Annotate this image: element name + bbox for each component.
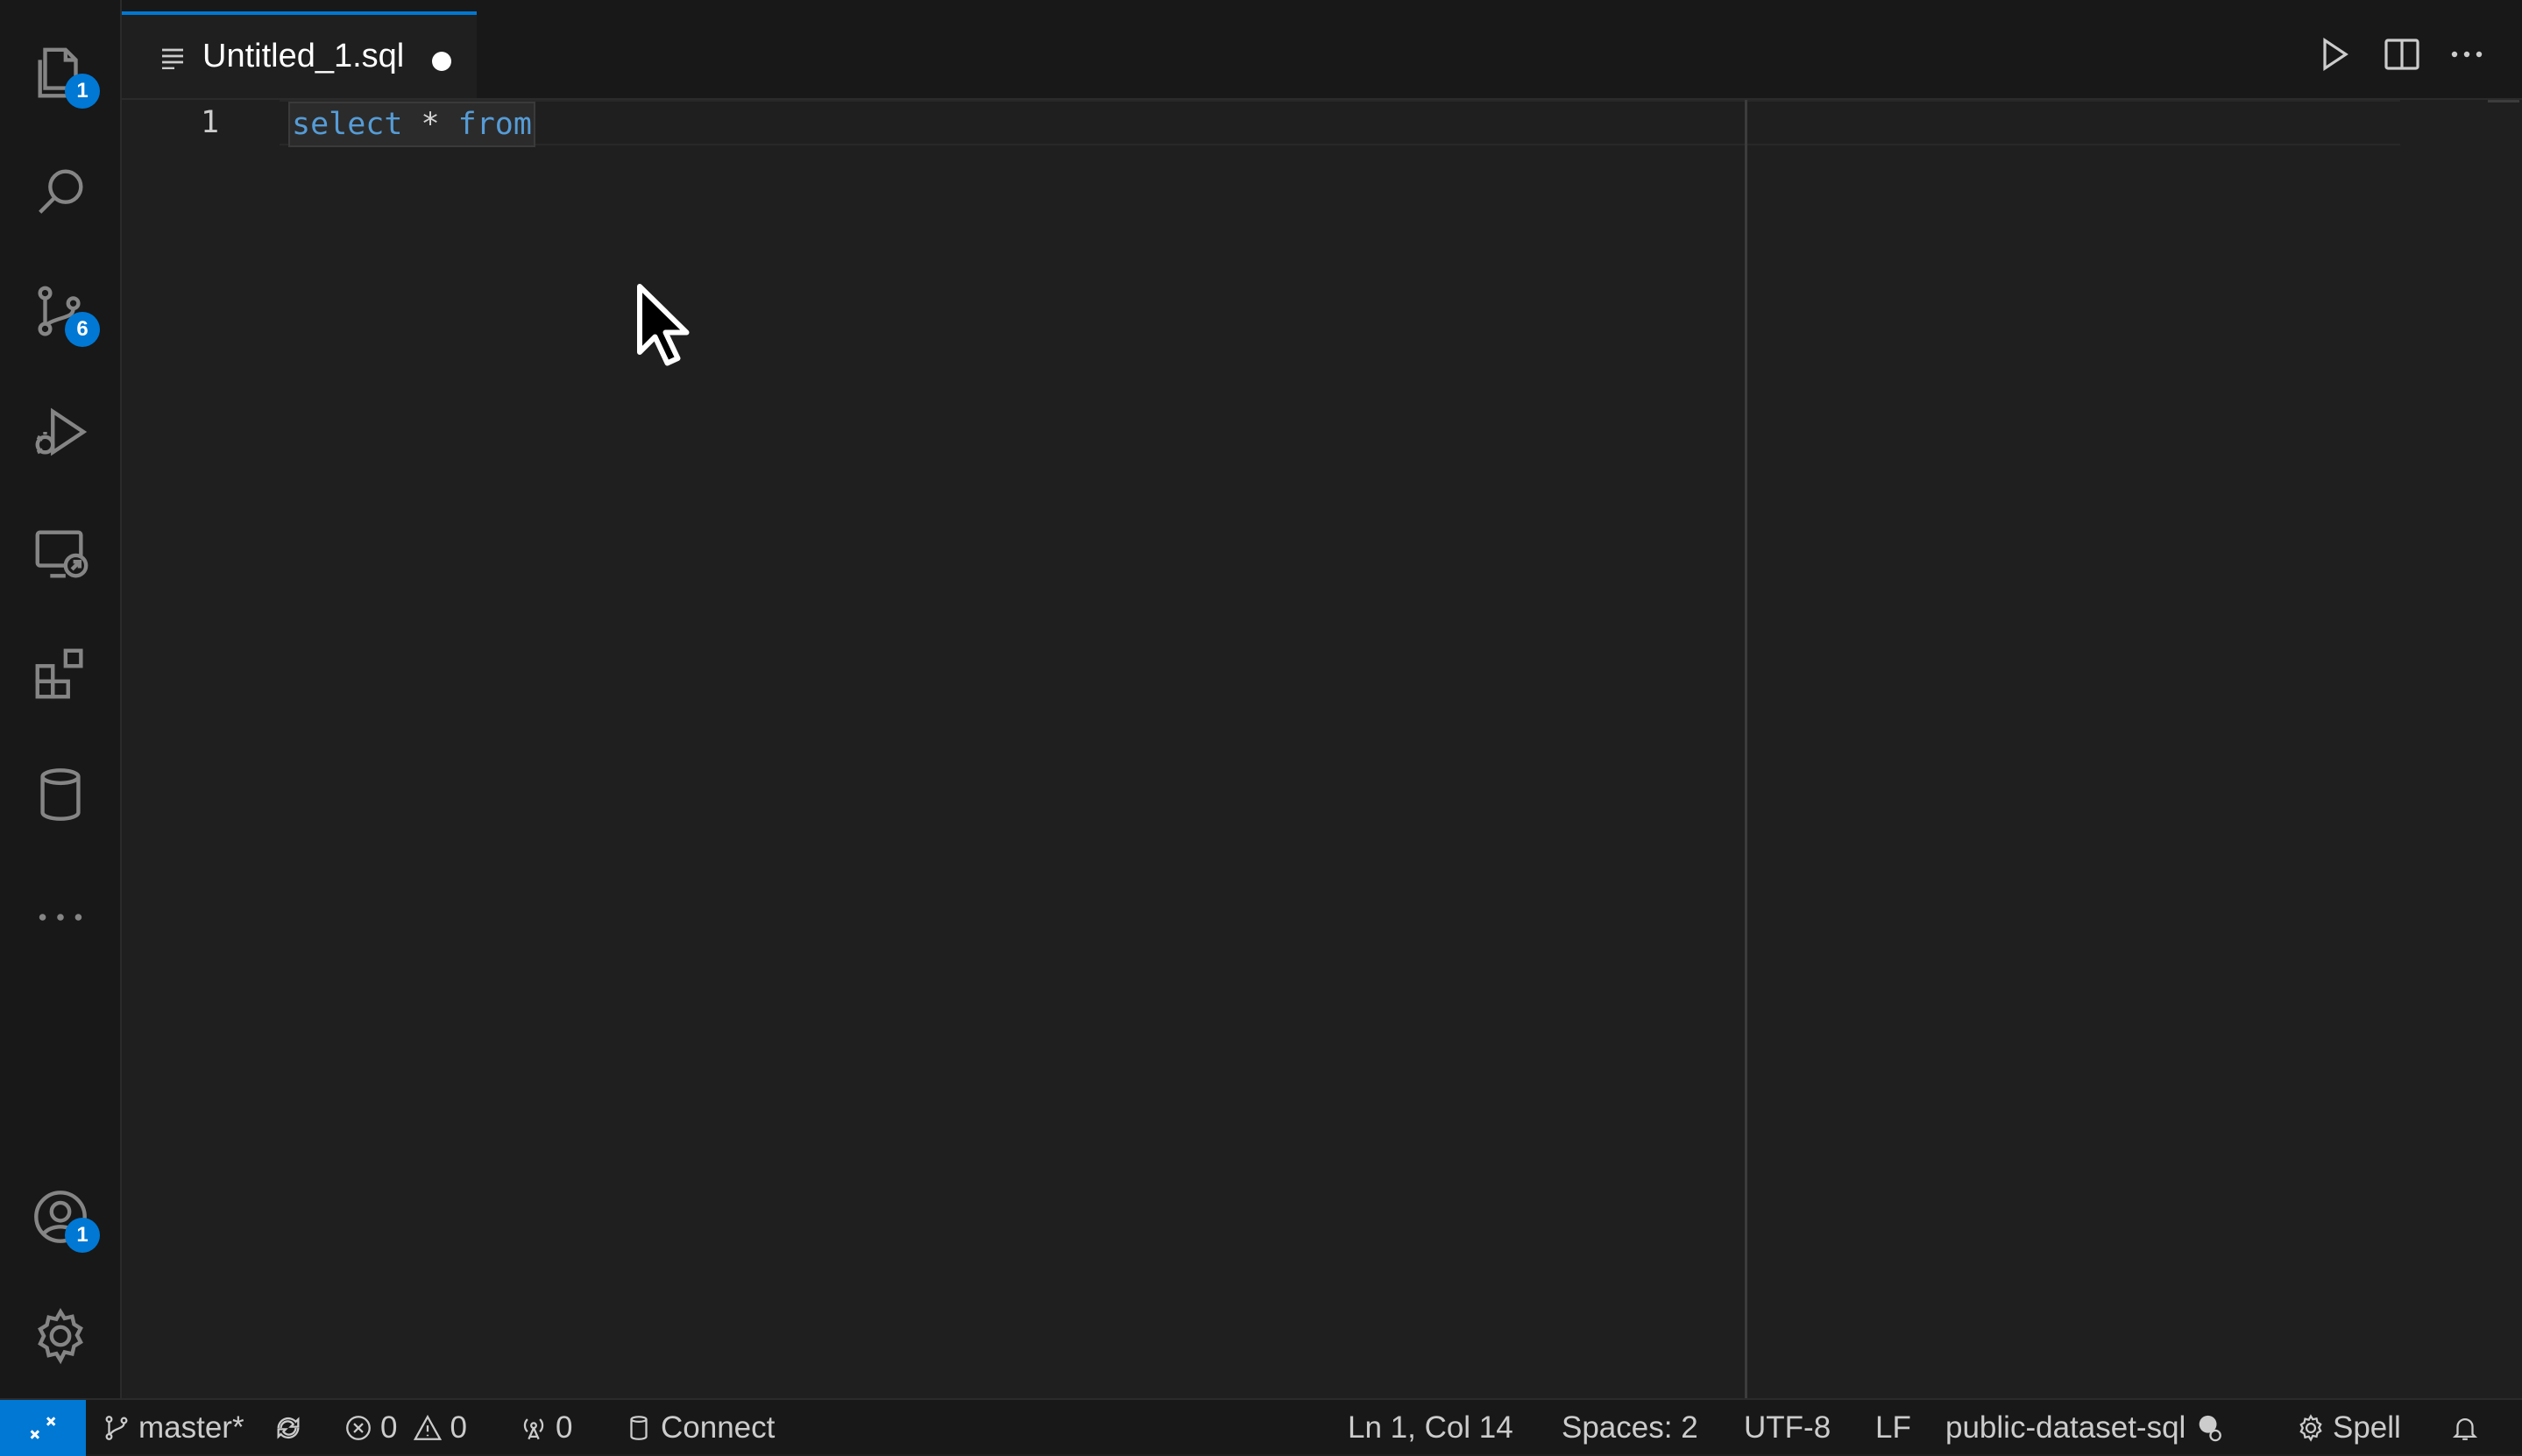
- activity-remote-explorer[interactable]: [19, 512, 102, 594]
- spell-gear-icon: [2299, 1414, 2322, 1442]
- sql-keyword-token: select: [292, 107, 403, 142]
- activity-explorer[interactable]: 1: [19, 32, 102, 114]
- current-line-highlight: [280, 100, 2400, 145]
- sync-status[interactable]: [273, 1409, 310, 1447]
- git-branch-icon: [105, 1416, 128, 1440]
- broadcast-icon: [523, 1418, 544, 1440]
- warning-icon: [414, 1414, 443, 1440]
- activity-accounts[interactable]: 1: [19, 1176, 102, 1258]
- spell-label: Spell: [2333, 1410, 2401, 1445]
- mouse-pointer-icon: [637, 284, 690, 366]
- feedback-icon: [2199, 1415, 2222, 1442]
- database-icon: [630, 1416, 648, 1440]
- eol-label: LF: [1875, 1410, 1911, 1445]
- sync-icon: [277, 1417, 300, 1439]
- cursor-position-label: Ln 1, Col 14: [1348, 1410, 1513, 1445]
- split-editor-icon[interactable]: [2381, 33, 2423, 75]
- editor-tab-bar: Untitled_1.sql: [122, 0, 2522, 100]
- branch-status[interactable]: master*: [102, 1409, 244, 1447]
- error-icon: [346, 1416, 371, 1440]
- error-count: 0: [380, 1410, 398, 1445]
- activity-bar: 1 6 1: [0, 0, 122, 1398]
- spell-status[interactable]: Spell: [2296, 1409, 2401, 1447]
- code-line-1[interactable]: select * from: [288, 102, 535, 147]
- indentation-status[interactable]: Spaces: 2: [1562, 1409, 1698, 1447]
- unsaved-dot-icon[interactable]: [432, 52, 451, 71]
- minimap-indicator: [2488, 100, 2519, 102]
- explorer-badge: 1: [65, 74, 100, 109]
- remote-explorer-icon: [35, 530, 89, 578]
- remote-indicator[interactable]: [0, 1400, 86, 1456]
- search-icon: [39, 169, 83, 214]
- activity-run-debug[interactable]: [19, 391, 102, 473]
- activity-source-control[interactable]: 6: [19, 270, 102, 352]
- connect-status[interactable]: Connect: [624, 1409, 775, 1447]
- eol-status[interactable]: LF: [1875, 1409, 1911, 1447]
- database-icon: [40, 768, 81, 821]
- sql-keyword-token: from: [457, 107, 532, 142]
- sql-file-icon: [162, 48, 183, 69]
- gear-icon: [38, 1307, 83, 1365]
- warning-count: 0: [450, 1410, 467, 1445]
- remote-icon: [30, 1417, 56, 1439]
- branch-name: master*: [138, 1410, 244, 1445]
- source-control-badge: 6: [65, 312, 100, 347]
- ports-count: 0: [556, 1410, 573, 1445]
- run-query-icon[interactable]: [2313, 33, 2355, 75]
- cursor-position[interactable]: Ln 1, Col 14: [1348, 1409, 1513, 1447]
- problems-status[interactable]: 0 0: [344, 1409, 467, 1447]
- ports-status[interactable]: 0: [519, 1409, 572, 1447]
- activity-more[interactable]: [19, 876, 102, 958]
- activity-manage[interactable]: [19, 1295, 102, 1377]
- accounts-badge: 1: [65, 1218, 100, 1253]
- more-actions-icon[interactable]: [2446, 33, 2488, 75]
- editor-ruler: [1745, 100, 1747, 1398]
- activity-extensions[interactable]: [19, 633, 102, 715]
- status-bar: master* 0 0 0 Connect Ln 1, Col 14 Space…: [0, 1398, 2522, 1456]
- connect-label: Connect: [661, 1410, 776, 1445]
- encoding-label: UTF-8: [1744, 1410, 1831, 1445]
- tab-untitled-sql[interactable]: Untitled_1.sql: [122, 11, 477, 98]
- activity-database[interactable]: [19, 753, 102, 836]
- line-number: 1: [201, 105, 220, 140]
- ellipsis-icon: [39, 914, 82, 921]
- tab-label: Untitled_1.sql: [202, 38, 405, 74]
- extensions-icon: [35, 648, 83, 699]
- workspace-status[interactable]: public-dataset-sql: [1945, 1409, 2231, 1447]
- run-debug-icon: [35, 407, 88, 456]
- notifications-status[interactable]: [2450, 1409, 2487, 1447]
- indentation-label: Spaces: 2: [1562, 1410, 1698, 1445]
- activity-search[interactable]: [19, 151, 102, 233]
- bell-icon: [2452, 1418, 2478, 1440]
- sql-operator-token: *: [402, 107, 458, 142]
- encoding-status[interactable]: UTF-8: [1744, 1409, 1831, 1447]
- workspace-label: public-dataset-sql: [1945, 1410, 2186, 1445]
- code-editor[interactable]: 1 select * from: [122, 100, 2522, 1398]
